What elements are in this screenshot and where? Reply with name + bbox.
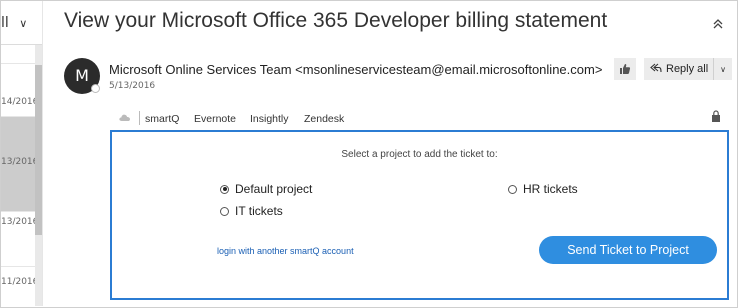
tab-insightly[interactable]: Insightly (250, 113, 289, 125)
radio-hr-tickets[interactable]: HR tickets (508, 182, 578, 196)
radio-unselected-icon[interactable] (508, 184, 517, 194)
chevron-down-icon: ∨ (19, 17, 28, 30)
smartq-panel: Select a project to add the ticket to: D… (110, 130, 729, 300)
lock-icon[interactable] (711, 110, 721, 126)
sent-date: 5/13/2016 (109, 81, 156, 91)
tab-zendesk[interactable]: Zendesk (304, 113, 344, 125)
filter-label: ll (1, 15, 9, 31)
presence-status-icon (91, 84, 100, 93)
radio-label: IT tickets (235, 204, 283, 218)
send-ticket-button[interactable]: Send Ticket to Project (539, 236, 717, 264)
radio-unselected-icon[interactable] (220, 206, 229, 216)
radio-label: Default project (235, 182, 313, 196)
radio-label: HR tickets (523, 182, 578, 196)
scrollbar-thumb[interactable] (35, 65, 42, 235)
addin-divider (139, 111, 140, 125)
reply-all-label: Reply all (666, 63, 709, 75)
message-list: ll ∨ 14/2016 13/2016 13/2016 11/2016 (1, 1, 43, 306)
like-button[interactable] (614, 58, 636, 80)
login-another-account-link[interactable]: login with another smartQ account (217, 246, 354, 256)
sender-name[interactable]: Microsoft Online Services Team <msonline… (109, 62, 602, 77)
filter-dropdown[interactable]: ll ∨ (1, 15, 27, 31)
radio-it-tickets[interactable]: IT tickets (220, 204, 283, 218)
radio-selected-icon[interactable] (220, 184, 229, 194)
project-prompt: Select a project to add the ticket to: (341, 149, 498, 160)
list-item-date[interactable]: 13/2016 (1, 217, 38, 227)
collapse-chevron-icon[interactable] (712, 18, 724, 34)
radio-default-project[interactable]: Default project (220, 182, 312, 196)
list-item-date[interactable]: 13/2016 (1, 157, 38, 167)
list-item-date[interactable]: 11/2016 (1, 277, 38, 287)
addins-cloud-icon[interactable] (118, 112, 132, 125)
thumbs-up-icon (620, 64, 631, 74)
tab-evernote[interactable]: Evernote (194, 113, 236, 125)
addin-tab-bar: smartQ Evernote Insightly Zendesk (114, 110, 729, 128)
reply-options-chevron-down-icon[interactable]: ∨ (713, 58, 732, 80)
reply-all-icon (650, 63, 662, 76)
tab-smartq[interactable]: smartQ (145, 113, 179, 125)
list-item-date[interactable]: 14/2016 (1, 97, 38, 107)
email-subject: View your Microsoft Office 365 Developer… (64, 9, 608, 32)
reply-all-button[interactable]: Reply all (644, 58, 713, 80)
list-scrollbar[interactable] (35, 45, 42, 306)
